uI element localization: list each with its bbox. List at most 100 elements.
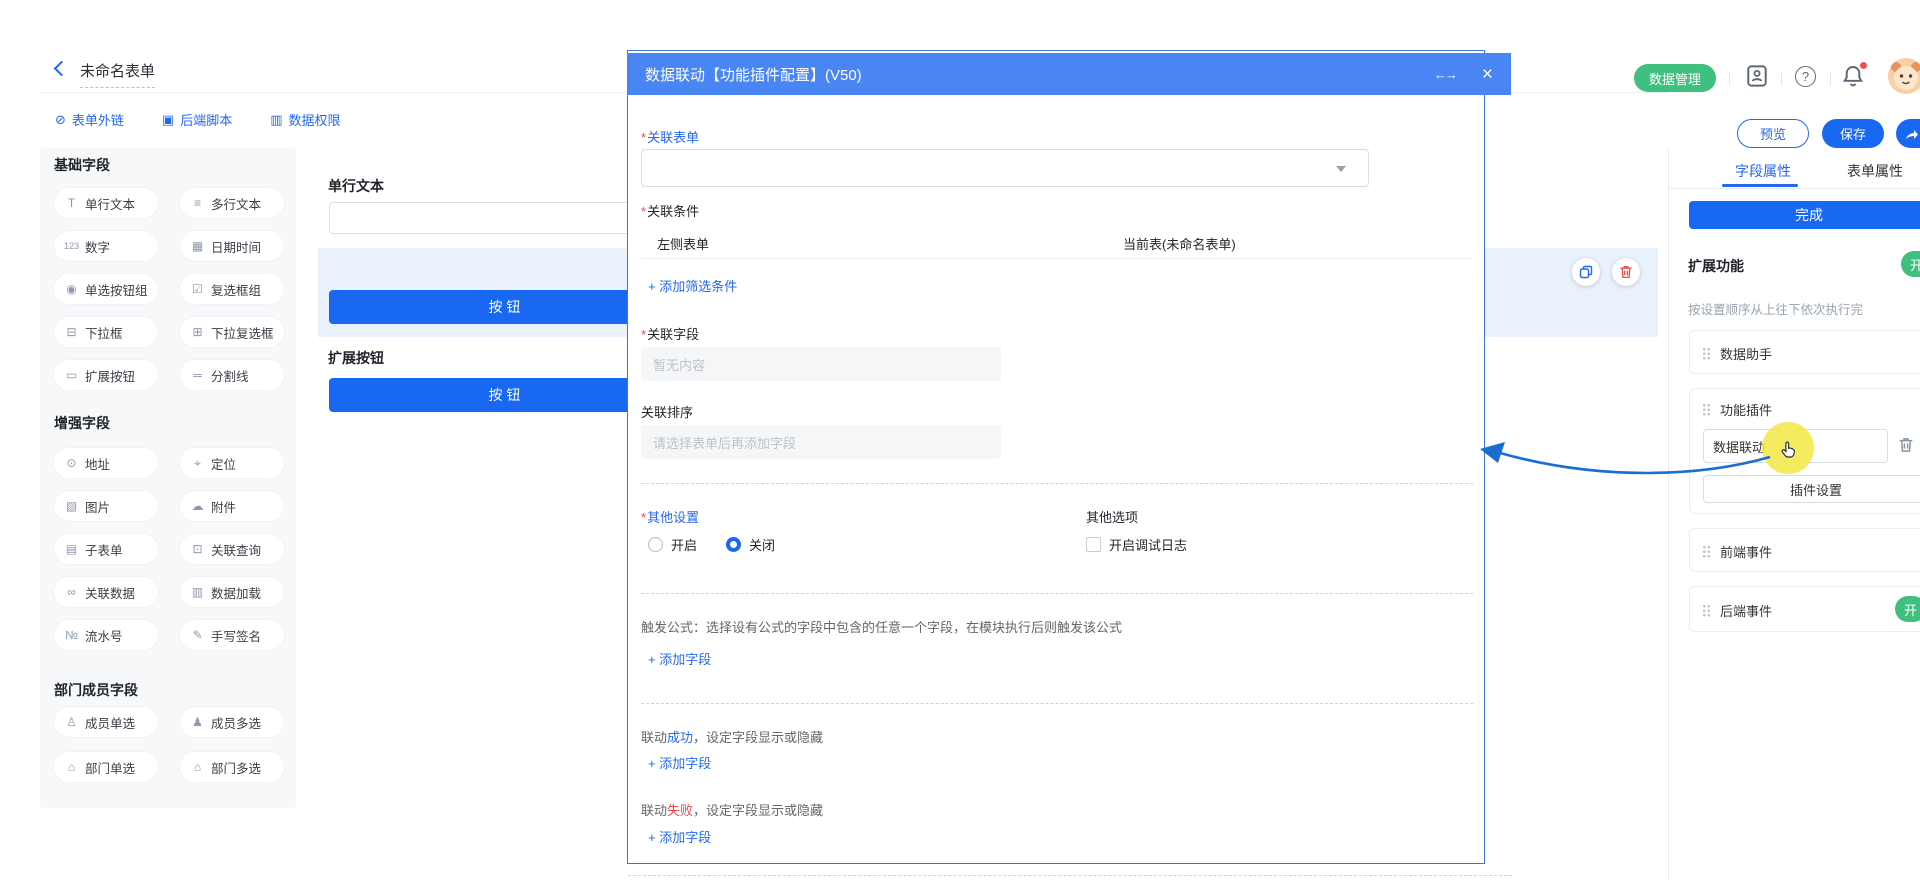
checkbox-unchecked-icon[interactable] [1086,537,1101,552]
field-item-subform[interactable]: ▤子表单 [54,534,158,564]
drag-handle-icon[interactable] [1702,604,1711,617]
drag-handle-icon[interactable] [1702,403,1711,416]
debug-log-checkbox-option[interactable]: 开启调试日志 [1086,535,1187,554]
plugin-settings-button[interactable]: 插件设置 [1703,475,1920,503]
field-item-multi-select[interactable]: ⊞下拉复选框 [180,317,284,347]
preview-button[interactable]: 预览 [1737,119,1809,148]
field-item-member-multi[interactable]: ♟成员多选 [180,707,284,737]
field-item-datetime[interactable]: ▦日期时间 [180,231,284,261]
section-title-dept-member: 部门成员字段 [54,680,138,700]
add-filter-condition-link[interactable]: + 添加筛选条件 [648,276,737,295]
field-item-serial-number[interactable]: №流水号 [54,620,158,650]
link-form-select[interactable] [641,149,1369,187]
field-item-image[interactable]: ▧图片 [54,491,158,521]
canvas-ext-button-label-2: 扩展按钮 [328,348,384,368]
radio-unchecked-icon[interactable] [648,537,663,552]
script-icon: ▣ [162,113,174,126]
left-form-column-header: 左侧表单 [657,234,709,253]
ext-enabled-badge[interactable]: 开 [1901,251,1920,277]
serial-icon: № [64,628,79,642]
contact-book-icon[interactable] [1745,64,1769,88]
field-item-radio-group[interactable]: ◉单选按钮组 [54,274,158,304]
field-item-multi-line-text[interactable]: ≡多行文本 [180,188,284,218]
locate-icon: ⌖ [190,456,205,471]
done-button[interactable]: 完成 [1689,201,1920,229]
plugin-delete-icon[interactable] [1898,437,1914,453]
publish-button[interactable] [1896,119,1920,148]
trash-icon [1619,265,1633,279]
people-icon: ♟ [190,715,205,729]
field-item-single-line-text[interactable]: T单行文本 [54,188,158,218]
data-permission-button[interactable]: ▥ 数据权限 [270,110,340,129]
field-item-dept-single[interactable]: ⌂部门单选 [54,752,158,782]
field-item-select[interactable]: ⊟下拉框 [54,317,158,347]
departments-icon: ⌂ [190,760,205,774]
card-front-event[interactable]: 前端事件 [1689,528,1920,572]
section-title-enhanced: 增强字段 [54,413,110,433]
back-event-enabled-badge[interactable]: 开 [1895,596,1920,622]
card-back-event[interactable]: 后端事件 [1689,586,1920,632]
form-toolbar: ⊘ 表单外链 ▣ 后端脚本 ▥ 数据权限 [55,110,341,129]
tab-field-properties[interactable]: 字段属性 [1735,161,1791,181]
checkbox-icon: ☑ [190,282,205,296]
radio-on-option[interactable]: 开启 [648,535,697,554]
add-field-link-fail[interactable]: + 添加字段 [648,827,711,846]
add-field-link-formula[interactable]: + 添加字段 [648,649,711,668]
plugin-config-modal: *关联表单 *关联条件 左侧表单 当前表(未命名表单) + 添加筛选条件 *关联… [627,50,1485,864]
tab-divider [1669,188,1920,189]
help-icon[interactable]: ? [1795,66,1816,87]
copy-icon [1579,265,1593,279]
drag-handle-icon[interactable] [1702,347,1711,360]
field-item-data-load[interactable]: ▥数据加载 [180,577,284,607]
data-manage-button[interactable]: 数据管理 [1634,64,1716,92]
radio-checked-icon[interactable] [726,537,741,552]
backend-script-button[interactable]: ▣ 后端脚本 [162,110,232,129]
copy-field-button[interactable] [1572,258,1600,286]
dashed-divider [641,703,1473,704]
add-field-link-success[interactable]: + 添加字段 [648,753,711,772]
field-item-relation-data[interactable]: ∞关联数据 [54,577,158,607]
field-item-signature[interactable]: ✎手写签名 [180,620,284,650]
delete-field-button[interactable] [1612,258,1640,286]
field-item-number[interactable]: 123数字 [54,231,158,261]
form-external-link-button[interactable]: ⊘ 表单外链 [55,110,124,129]
page-title[interactable]: 未命名表单 [80,60,155,88]
other-settings-label: *其他设置 [641,507,699,526]
cloud-upload-icon: ☁ [190,499,205,513]
modal-header[interactable]: 数据联动【功能插件配置】(V50) ←→ × [627,53,1511,95]
field-library-sidebar: 基础字段 T单行文本 ≡多行文本 123数字 ▦日期时间 ◉单选按钮组 ☑复选框… [40,148,296,808]
click-highlight-spot [1762,422,1814,474]
link-field-input: 暂无内容 [641,347,1001,381]
success-rule-text: 联动成功，设定字段显示或隐藏 [641,727,823,746]
canvas-field-label: 单行文本 [328,176,384,196]
image-icon: ▧ [64,499,79,513]
field-item-relation-query[interactable]: ⊡关联查询 [180,534,284,564]
expand-icon[interactable]: ←→ [1434,67,1456,82]
other-options-label: 其他选项 [1086,507,1138,526]
field-item-divider-line[interactable]: ═分割线 [180,360,284,390]
calendar-icon: ▦ [190,239,205,253]
back-icon[interactable] [54,61,70,77]
current-form-column-header: 当前表(未命名表单) [1123,234,1236,253]
department-icon: ⌂ [64,760,79,774]
tab-form-properties[interactable]: 表单属性 [1847,161,1903,181]
radio-icon: ◉ [64,282,79,296]
field-item-location[interactable]: ⌖定位 [180,448,284,478]
user-avatar[interactable] [1888,58,1920,94]
field-item-checkbox-group[interactable]: ☑复选框组 [180,274,284,304]
close-icon[interactable]: × [1482,65,1493,84]
modal-title: 数据联动【功能插件配置】(V50) [645,64,1434,85]
radio-off-option[interactable]: 关闭 [726,535,775,554]
field-item-attachment[interactable]: ☁附件 [180,491,284,521]
field-item-extend-button[interactable]: ▭扩展按钮 [54,360,158,390]
drag-handle-icon[interactable] [1702,545,1711,558]
field-item-dept-multi[interactable]: ⌂部门多选 [180,752,284,782]
field-item-address[interactable]: ⊙地址 [54,448,158,478]
relation-data-icon: ∞ [64,585,79,599]
field-item-member-single[interactable]: ♙成员单选 [54,707,158,737]
formula-tip-text: 触发公式：选择设有公式的字段中包含的任意一个字段，在模块执行后则触发该公式 [641,617,1122,636]
notification-dot [1860,62,1867,69]
chevron-down-icon [1336,166,1346,172]
card-data-helper[interactable]: 数据助手 [1689,330,1920,374]
save-button[interactable]: 保存 [1822,119,1884,148]
